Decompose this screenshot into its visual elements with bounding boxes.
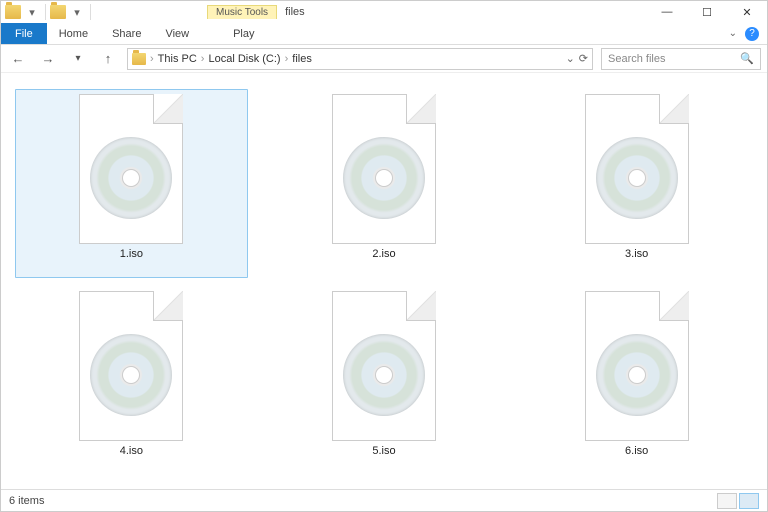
app-icon (5, 5, 21, 19)
iso-file-icon (71, 291, 191, 441)
breadcrumb-files[interactable]: files (292, 53, 312, 65)
qat-overflow-icon[interactable]: ▾ (68, 3, 86, 21)
navigation-bar: ← → ▾ ↑ › This PC › Local Disk (C:) › fi… (1, 45, 767, 73)
file-name: 4.iso (120, 445, 143, 457)
details-view-button[interactable] (717, 493, 737, 509)
recent-locations-icon[interactable]: ▾ (67, 48, 89, 70)
file-item[interactable]: 3.iso (520, 89, 753, 278)
collapse-ribbon-icon[interactable]: ⌄ (729, 28, 737, 39)
window-title: files (285, 6, 305, 18)
search-input[interactable]: Search files 🔍 (601, 48, 761, 70)
file-name: 1.iso (120, 248, 143, 260)
qat-dropdown-icon[interactable]: ▾ (23, 3, 41, 21)
forward-button[interactable]: → (37, 48, 59, 70)
status-bar: 6 items (1, 489, 767, 511)
iso-file-icon (324, 94, 444, 244)
search-placeholder: Search files (608, 53, 665, 65)
open-folder-icon[interactable] (50, 5, 66, 19)
iso-file-icon (577, 94, 697, 244)
tab-file[interactable]: File (1, 23, 47, 44)
file-item[interactable]: 1.iso (15, 89, 248, 278)
back-button[interactable]: ← (7, 48, 29, 70)
file-name: 3.iso (625, 248, 648, 260)
tab-play[interactable]: Play (221, 23, 266, 44)
refresh-icon[interactable]: ⟳ (579, 52, 588, 65)
address-bar[interactable]: › This PC › Local Disk (C:) › files ⌄ ⟳ (127, 48, 593, 70)
tab-home[interactable]: Home (47, 23, 100, 44)
folder-icon (132, 53, 146, 65)
file-item[interactable]: 5.iso (268, 286, 501, 475)
iso-file-icon (71, 94, 191, 244)
previous-locations-icon[interactable]: ⌄ (566, 52, 575, 65)
maximize-button[interactable]: ☐ (687, 1, 727, 23)
breadcrumb-local-disk[interactable]: Local Disk (C:) (208, 53, 280, 65)
file-grid: 1.iso 2.iso 3.iso 4.iso 5.iso 6.iso (1, 75, 767, 489)
file-name: 5.iso (372, 445, 395, 457)
view-mode-buttons (717, 493, 759, 509)
ribbon-tabs: File Home Share View Play ⌄ ? (1, 23, 767, 45)
file-item[interactable]: 2.iso (268, 89, 501, 278)
file-item[interactable]: 6.iso (520, 286, 753, 475)
minimize-button[interactable]: — (647, 1, 687, 23)
quick-access-toolbar: ▾ ▾ (1, 3, 97, 21)
address-bar-buttons: ⌄ ⟳ (566, 52, 588, 65)
iso-file-icon (577, 291, 697, 441)
item-count: 6 items (9, 495, 44, 507)
chevron-right-icon: › (150, 53, 154, 65)
separator (90, 4, 91, 20)
search-icon: 🔍 (740, 52, 754, 65)
tab-view[interactable]: View (153, 23, 201, 44)
file-item[interactable]: 4.iso (15, 286, 248, 475)
chevron-right-icon: › (285, 53, 289, 65)
ribbon-right: ⌄ ? (729, 23, 767, 44)
help-icon[interactable]: ? (745, 27, 759, 41)
close-button[interactable]: ✕ (727, 1, 767, 23)
separator (45, 4, 46, 20)
tab-share[interactable]: Share (100, 23, 153, 44)
icons-view-button[interactable] (739, 493, 759, 509)
file-name: 2.iso (372, 248, 395, 260)
up-button[interactable]: ↑ (97, 48, 119, 70)
file-name: 6.iso (625, 445, 648, 457)
contextual-tab-label: Music Tools (207, 5, 277, 19)
breadcrumb-this-pc[interactable]: This PC (158, 53, 197, 65)
window-controls: — ☐ ✕ (647, 1, 767, 23)
iso-file-icon (324, 291, 444, 441)
chevron-right-icon: › (201, 53, 205, 65)
title-bar: ▾ ▾ Music Tools files — ☐ ✕ (1, 1, 767, 23)
